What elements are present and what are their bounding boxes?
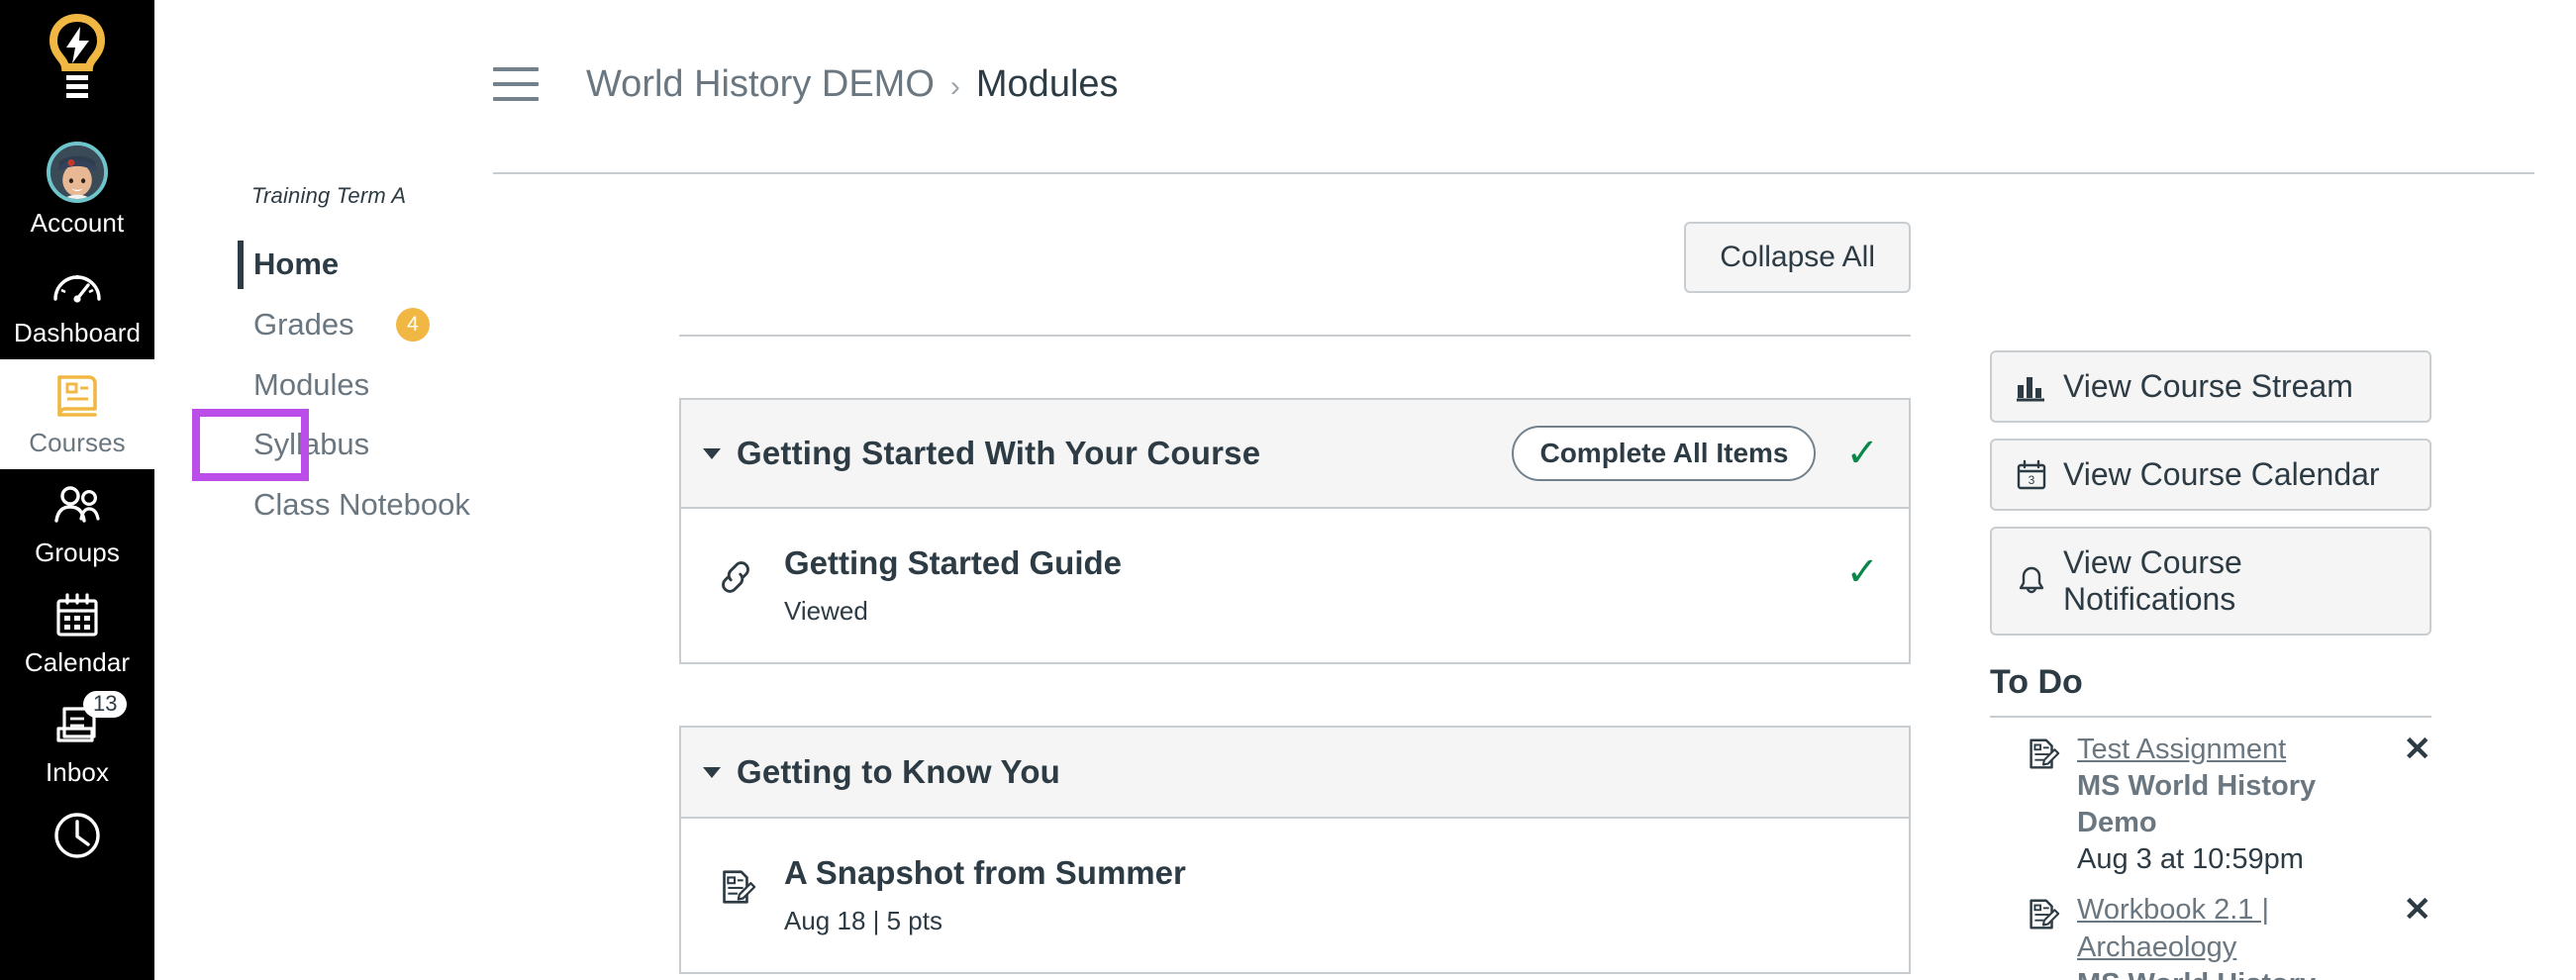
todo-list-item: Test Assignment MS World History Demo Au…: [1990, 718, 2431, 878]
global-nav-inbox[interactable]: 13 Inbox: [0, 689, 154, 799]
svg-text:3: 3: [2029, 473, 2035, 487]
chevron-down-icon[interactable]: [703, 447, 721, 459]
grades-count-badge: 4: [396, 308, 430, 343]
global-nav-groups-label: Groups: [35, 538, 120, 567]
course-home-sidebar: View Course Stream 3 View Course Calenda…: [1976, 174, 2491, 980]
collapse-all-row: Collapse All: [451, 222, 1976, 293]
global-nav-account[interactable]: Account: [0, 132, 154, 249]
view-course-notifications-button[interactable]: View Course Notifications: [1990, 527, 2431, 636]
course-nav-class-notebook[interactable]: Class Notebook: [198, 475, 470, 536]
module-item-subtitle: Aug 18 | 5 pts: [784, 906, 942, 936]
todo-body: Workbook 2.1 | Archaeology MS World Hist…: [2077, 892, 2394, 980]
lightbulb-logo[interactable]: [45, 13, 110, 106]
module-complete-check-icon: ✓: [1845, 432, 1879, 475]
history-clock-icon: [50, 809, 104, 862]
body-columns: Collapse All Getting Started With Your C…: [451, 174, 2576, 980]
courses-book-icon: [50, 369, 104, 423]
assignment-icon: [2024, 896, 2063, 938]
course-nav-home-label: Home: [253, 246, 340, 281]
global-navigation: Account Dashboard Courses Groups Calenda…: [0, 0, 154, 980]
course-term-label: Training Term A: [251, 183, 407, 208]
todo-heading: To Do: [1990, 663, 2083, 701]
course-navigation: Training Term A Home Grades 4 Modules Sy…: [154, 0, 470, 980]
bell-icon: [2014, 563, 2049, 599]
chevron-down-icon[interactable]: [703, 766, 721, 778]
content-wrapper: World History DEMO › Modules Collapse Al…: [451, 0, 2576, 980]
module-item-complete-check-icon: ✓: [1845, 550, 1879, 594]
module-card: Getting to Know You A Snapshot from Summ…: [679, 726, 1911, 975]
todo-link[interactable]: Test Assignment: [2077, 732, 2394, 768]
view-course-calendar-label: View Course Calendar: [2063, 456, 2380, 492]
global-nav-inbox-label: Inbox: [45, 757, 110, 787]
module-title: Getting Started With Your Course: [737, 435, 1261, 471]
global-nav-account-label: Account: [30, 208, 125, 238]
close-icon[interactable]: ✕: [2404, 731, 2432, 768]
module-header[interactable]: Getting to Know You: [681, 728, 1909, 820]
avatar: [47, 142, 108, 203]
page-title: Modules: [975, 62, 1119, 105]
global-nav-courses-label: Courses: [29, 428, 126, 457]
module-title: Getting to Know You: [737, 753, 1061, 791]
global-nav-groups[interactable]: Groups: [0, 469, 154, 579]
module-item-subtitle: Viewed: [784, 596, 868, 627]
groups-people-icon: [50, 479, 104, 533]
course-nav-modules-label: Modules: [253, 366, 370, 402]
global-nav-dashboard[interactable]: Dashboard: [0, 249, 154, 359]
module-header[interactable]: Getting Started With Your Course Complet…: [681, 400, 1909, 509]
hamburger-icon[interactable]: [493, 67, 539, 101]
todo-body: Test Assignment MS World History Demo Au…: [2077, 732, 2394, 878]
canvas-lms-modules-page: Account Dashboard Courses Groups Calenda…: [0, 0, 2576, 980]
module-card: Getting Started With Your Course Complet…: [679, 398, 1911, 665]
calendar-icon: [50, 589, 104, 642]
course-nav-syllabus[interactable]: Syllabus: [192, 409, 369, 481]
assignment-icon: [2024, 735, 2063, 778]
view-course-calendar-button[interactable]: 3 View Course Calendar: [1990, 439, 2431, 511]
global-nav-calendar-label: Calendar: [24, 647, 131, 677]
assignment-icon: [715, 852, 770, 913]
chevron-right-icon: ›: [949, 69, 960, 103]
modules-main-column: Collapse All Getting Started With Your C…: [451, 174, 1976, 980]
view-course-stream-button[interactable]: View Course Stream: [1990, 350, 2431, 423]
todo-due-date: Aug 3 at 10:59pm: [2077, 843, 2304, 876]
bar-chart-icon: [2014, 369, 2049, 405]
course-nav-home[interactable]: Home: [198, 235, 451, 295]
course-nav-syllabus-label: Syllabus: [253, 427, 370, 462]
page-topbar: World History DEMO › Modules: [451, 0, 2576, 131]
course-nav-modules[interactable]: Modules: [198, 355, 451, 416]
todo-course-name: MS World History Demo: [2077, 966, 2394, 980]
view-course-stream-label: View Course Stream: [2063, 368, 2353, 404]
module-item-text: A Snapshot from Summer Aug 18 | 5 pts: [784, 852, 1879, 938]
complete-all-items-button[interactable]: Complete All Items: [1512, 426, 1817, 481]
dashboard-gauge-icon: [50, 259, 104, 313]
breadcrumb: World History DEMO › Modules: [586, 63, 1119, 106]
module-item-title[interactable]: Getting Started Guide: [784, 542, 1845, 583]
close-icon[interactable]: ✕: [2404, 892, 2432, 930]
inbox-unread-badge: 13: [83, 691, 128, 718]
collapse-all-button[interactable]: Collapse All: [1684, 222, 1911, 293]
global-nav-dashboard-label: Dashboard: [13, 318, 142, 347]
course-nav-class-notebook-label: Class Notebook: [253, 487, 470, 522]
module-item[interactable]: A Snapshot from Summer Aug 18 | 5 pts: [681, 819, 1909, 973]
todo-course-name: MS World History Demo: [2077, 770, 2317, 839]
global-nav-history[interactable]: [0, 799, 154, 862]
course-nav-grades[interactable]: Grades 4: [198, 295, 451, 355]
global-nav-courses[interactable]: Courses: [0, 359, 154, 469]
module-item-text: Getting Started Guide Viewed: [784, 542, 1845, 629]
module-item[interactable]: Getting Started Guide Viewed ✓: [681, 509, 1909, 663]
calendar-day-icon: 3: [2014, 457, 2049, 493]
module-item-title[interactable]: A Snapshot from Summer: [784, 852, 1879, 893]
course-nav-grades-label: Grades: [253, 306, 354, 342]
breadcrumb-course[interactable]: World History DEMO: [586, 63, 935, 106]
main-divider: [679, 335, 1911, 337]
view-course-notifications-label: View Course Notifications: [2063, 544, 2242, 617]
todo-link[interactable]: Workbook 2.1 | Archaeology: [2077, 892, 2394, 965]
link-icon: [715, 542, 770, 603]
global-nav-calendar[interactable]: Calendar: [0, 579, 154, 689]
todo-list-item: Workbook 2.1 | Archaeology MS World Hist…: [1990, 878, 2431, 980]
